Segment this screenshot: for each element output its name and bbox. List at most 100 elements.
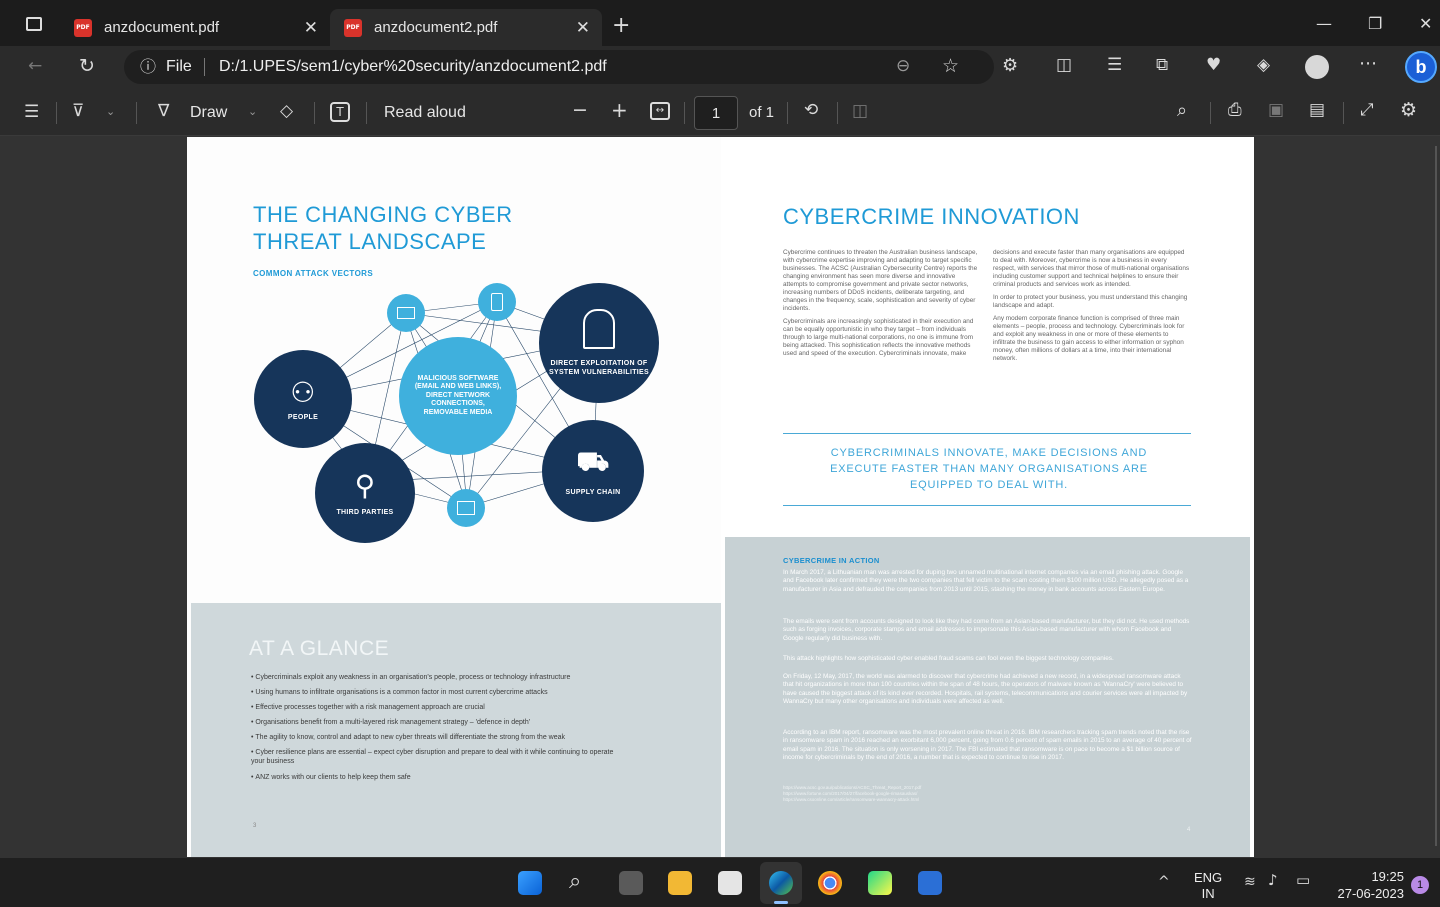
supply-chain-node: ⛟ SUPPLY CHAIN <box>542 420 644 522</box>
split-screen-icon[interactable]: ◫ <box>1056 57 1072 74</box>
pdf-page: THE CHANGING CYBER THREAT LANDSCAPE COMM… <box>187 137 1254 857</box>
minimize-icon[interactable]: — <box>1316 14 1332 33</box>
search-icon[interactable]: ⌕ <box>1177 102 1187 120</box>
save-icon[interactable]: ▣ <box>1268 102 1284 119</box>
chevron-down-icon[interactable]: ⌄ <box>248 106 257 117</box>
envelope-icon <box>397 307 415 319</box>
page-count: of 1 <box>749 104 775 121</box>
back-icon[interactable]: ← <box>28 58 42 75</box>
fit-width-icon[interactable]: ↔ <box>650 102 670 120</box>
edge-icon[interactable] <box>760 862 802 904</box>
left-page: THE CHANGING CYBER THREAT LANDSCAPE COMM… <box>187 137 721 857</box>
bullet-item: • The agility to know, control and adapt… <box>251 734 565 741</box>
region-text: IN <box>1201 886 1215 901</box>
contents-icon[interactable]: ☰ <box>24 104 39 121</box>
bullet-text: Using humans to infiltrate organisations… <box>255 689 548 696</box>
fullscreen-icon[interactable]: ⤢ <box>1360 102 1374 119</box>
settings-icon[interactable]: ⚙ <box>1400 101 1417 120</box>
time-text: 19:25 <box>1371 869 1404 884</box>
highlight-icon[interactable]: ⊽ <box>72 103 84 120</box>
tab-title: anzdocument.pdf <box>104 19 220 36</box>
page-number-input[interactable]: 1 <box>694 96 738 130</box>
bullet-item: • Using humans to infiltrate organisatio… <box>251 689 548 696</box>
eraser-icon[interactable]: ◇ <box>280 103 293 120</box>
favorite-star-icon[interactable]: ☆ <box>942 57 959 76</box>
page-number: 4 <box>1187 827 1191 833</box>
bullet-text: Effective processes together with a risk… <box>255 704 485 711</box>
address-field[interactable]: ⓘ File D:/1.UPES/sem1/cyber%20security/a… <box>124 50 994 84</box>
extensions-icon[interactable]: ⚙ <box>1002 57 1018 75</box>
battery-icon[interactable]: ▭ <box>1296 873 1310 888</box>
third-parties-label: THIRD PARTIES <box>336 508 394 516</box>
more-icon[interactable]: ⋯ <box>1359 55 1377 73</box>
zoom-out-button[interactable]: − <box>572 101 588 120</box>
save-as-icon[interactable]: ▤ <box>1309 102 1325 119</box>
print-icon[interactable]: ⎙ <box>1228 102 1242 119</box>
pdf-toolbar: ☰ ⊽ ⌄ ∇ Draw ⌄ ◇ T Read aloud − + ↔ 1 of… <box>0 90 1440 136</box>
notification-badge[interactable]: 1 <box>1411 876 1429 894</box>
paragraph: According to an IBM report, ransomware w… <box>783 729 1192 761</box>
word-icon[interactable] <box>918 871 942 895</box>
tab-actions-icon[interactable] <box>26 17 42 31</box>
wifi-icon[interactable]: ≋ <box>1244 875 1256 889</box>
store-icon[interactable] <box>718 871 742 895</box>
language-indicator[interactable]: ENG IN <box>1194 870 1222 902</box>
url-divider <box>204 58 205 76</box>
refresh-icon[interactable]: ↻ <box>79 57 95 76</box>
pdf-file-icon: PDF <box>344 18 362 37</box>
bullet-item: • Cyber resilience plans are essential –… <box>251 749 614 765</box>
column-2: decisions and execute faster than many o… <box>993 249 1191 363</box>
task-view-icon[interactable] <box>619 871 643 895</box>
search-icon[interactable]: ⌕ <box>569 871 581 893</box>
truck-icon: ⛟ <box>576 446 610 477</box>
chevron-down-icon[interactable]: ⌄ <box>106 106 115 117</box>
clock[interactable]: 19:25 27-06-2023 <box>1330 868 1405 902</box>
read-aloud-button[interactable]: Read aloud <box>384 104 466 122</box>
page-view-icon[interactable]: ◫ <box>852 103 868 120</box>
zoom-in-button[interactable]: + <box>611 100 628 120</box>
draw-button[interactable]: Draw <box>190 104 227 122</box>
chevron-up-icon[interactable]: ^ <box>1158 875 1170 889</box>
volume-icon[interactable]: ♪ <box>1268 873 1278 888</box>
tab-anzdocument2[interactable]: PDF anzdocument2.pdf ✕ <box>330 9 602 46</box>
collections-icon[interactable]: ⧉ <box>1156 57 1168 74</box>
url-text: D:/1.UPES/sem1/cyber%20security/anzdocum… <box>219 58 607 75</box>
rotate-icon[interactable]: ⟲ <box>804 102 818 119</box>
direct-exploitation-label: DIRECT EXPLOITATION OF SYSTEM VULNERABIL… <box>549 360 649 376</box>
performance-icon[interactable]: ◈ <box>1257 57 1270 74</box>
paragraph: On Friday, 12 May, 2017, the world was a… <box>783 673 1188 705</box>
tab-strip: PDF anzdocument.pdf ✕ PDF anzdocument2.p… <box>0 0 1440 52</box>
health-icon[interactable]: ♥ <box>1206 57 1221 74</box>
close-icon[interactable]: ✕ <box>304 18 318 38</box>
close-icon[interactable]: ✕ <box>576 18 590 38</box>
start-icon[interactable] <box>518 871 542 895</box>
profile-avatar[interactable] <box>1305 55 1329 79</box>
text-box-icon[interactable]: T <box>330 102 350 122</box>
chrome-icon[interactable] <box>818 871 842 895</box>
tab-anzdocument[interactable]: PDF anzdocument.pdf ✕ <box>60 9 330 46</box>
new-tab-icon[interactable]: + <box>612 15 630 37</box>
favorites-icon[interactable]: ☰ <box>1107 57 1122 74</box>
bullet-item: • Effective processes together with a ri… <box>251 704 485 711</box>
bullet-text: Cyber resilience plans are essential – e… <box>251 749 614 765</box>
window-close-icon[interactable]: ✕ <box>1419 14 1432 33</box>
footnotes: https://www.acsc.gov.au/publications/ACS… <box>783 785 1193 803</box>
scrollbar[interactable] <box>1435 146 1437 846</box>
server-node <box>478 283 516 321</box>
restore-icon[interactable]: ❐ <box>1368 14 1382 33</box>
cybercrime-in-action-panel: CYBERCRIME IN ACTION In March 2017, a Li… <box>725 537 1250 857</box>
right-page-title: CYBERCRIME INNOVATION <box>783 204 1080 229</box>
server-icon <box>491 293 503 311</box>
malware-node: MALICIOUS SOFTWARE (EMAIL AND WEB LINKS)… <box>399 337 517 455</box>
pycharm-icon[interactable] <box>868 871 892 895</box>
paragraph: decisions and execute faster than many o… <box>993 249 1190 288</box>
pull-quote: CYBERCRIMINALS INNOVATE, MAKE DECISIONS … <box>830 447 1148 491</box>
paragraph: In order to protect your business, you m… <box>993 294 1188 309</box>
zoom-out-icon[interactable]: ⊖ <box>896 58 910 75</box>
bing-chat-icon[interactable]: b <box>1405 51 1437 83</box>
paragraph: The emails were sent from accounts desig… <box>783 618 1190 642</box>
pdf-viewer[interactable]: THE CHANGING CYBER THREAT LANDSCAPE COMM… <box>0 136 1440 858</box>
draw-icon[interactable]: ∇ <box>158 103 169 120</box>
file-explorer-icon[interactable] <box>668 871 692 895</box>
www-browser-icon <box>457 501 475 515</box>
